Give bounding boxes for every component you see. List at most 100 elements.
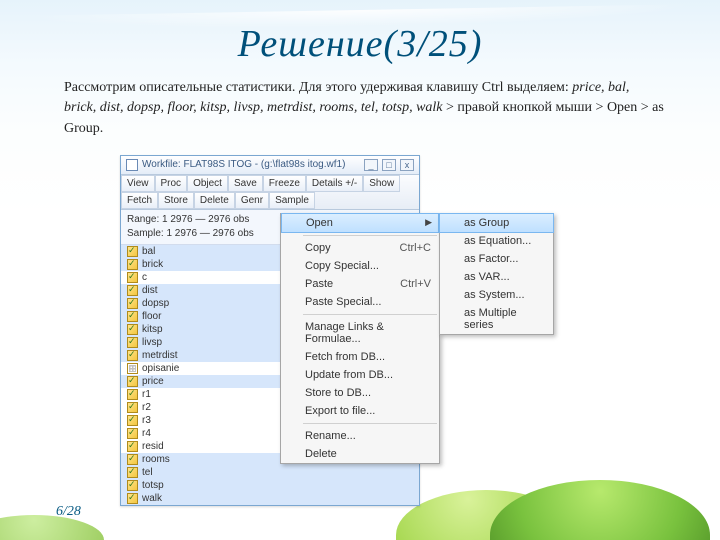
embedded-screenshot: Workfile: FLAT98S ITOG - (g:\flat98s ito… [120,155,600,455]
menu-separator [303,235,437,236]
list-item-label: r3 [142,415,151,426]
list-item-label: r4 [142,428,151,439]
grid-icon [127,363,138,374]
series-icon [127,324,138,335]
list-item-label: bal [142,246,155,257]
menu-item[interactable]: Export to file... [281,402,439,420]
toolbar-object[interactable]: Object [187,175,228,192]
menu-item-label: Open [306,217,333,229]
series-icon [127,376,138,387]
context-menu[interactable]: Open ▶ Copy Ctrl+C Copy Special... Paste Ctrl+… [280,213,440,464]
series-icon [127,337,138,348]
list-item-label: dist [142,285,158,296]
submenu-item[interactable]: as VAR... [440,268,553,286]
maximize-button[interactable]: □ [382,159,396,171]
list-item-label: r1 [142,389,151,400]
series-icon [127,402,138,413]
workfile-toolbar: View Proc Object Save Freeze Details +/-… [121,175,419,210]
menu-item-label: Paste [305,278,333,290]
minimize-button[interactable]: _ [364,159,378,171]
submenu-item-label: as Equation... [464,235,531,247]
list-item-label: livsp [142,337,162,348]
series-icon [127,415,138,426]
list-item-label: walk [142,493,162,504]
menu-item[interactable]: Fetch from DB... [281,348,439,366]
slide-title: Решение(3/25) [0,0,720,66]
list-item-label: metrdist [142,350,178,361]
list-item[interactable]: totsp [121,479,419,492]
series-icon [127,428,138,439]
submenu-item[interactable]: as System... [440,286,553,304]
toolbar-freeze[interactable]: Freeze [263,175,306,192]
menu-item[interactable]: Copy Special... [281,257,439,275]
submenu-item[interactable]: as Equation... [440,232,553,250]
menu-item-label: Copy [305,242,331,254]
submenu-item-label: as Multiple series [464,307,533,331]
menu-item-label: Export to file... [305,405,375,417]
series-icon [127,467,138,478]
list-item-label: rooms [142,454,170,465]
toolbar-genr[interactable]: Genr [235,192,269,209]
menu-item[interactable]: Store to DB... [281,384,439,402]
series-icon [127,259,138,270]
toolbar-proc[interactable]: Proc [155,175,188,192]
series-icon [127,246,138,257]
menu-item[interactable]: Open ▶ [281,213,439,233]
series-icon [127,454,138,465]
close-button[interactable]: x [400,159,414,171]
menu-item[interactable]: Update from DB... [281,366,439,384]
menu-item-label: Store to DB... [305,387,371,399]
toolbar-save[interactable]: Save [228,175,263,192]
list-item-label: dopsp [142,298,169,309]
submenu-item-label: as System... [464,289,525,301]
series-icon [127,350,138,361]
submenu-item-label: as VAR... [464,271,510,283]
menu-separator [303,423,437,424]
menu-item-label: Rename... [305,430,356,442]
menu-item[interactable]: Paste Ctrl+V [281,275,439,293]
series-icon [127,298,138,309]
list-item-label: kitsp [142,324,163,335]
list-item-label: brick [142,259,163,270]
body-text-lead: Рассмотрим описательные статистики. Для … [64,80,572,95]
toolbar-fetch[interactable]: Fetch [121,192,158,209]
list-item[interactable]: walk [121,492,419,505]
menu-shortcut: Ctrl+V [400,278,431,290]
menu-item[interactable]: Manage Links & Formulae... [281,318,439,348]
series-icon [127,285,138,296]
list-item-label: opisanie [142,363,179,374]
page-number: 6/28 [56,504,81,520]
menu-item-label: Copy Special... [305,260,379,272]
slide-body: Рассмотрим описательные статистики. Для … [64,78,664,139]
menu-item[interactable]: Delete [281,445,439,463]
series-icon [127,311,138,322]
menu-item-label: Fetch from DB... [305,351,385,363]
submenu-item-label: as Factor... [464,253,518,265]
toolbar-store[interactable]: Store [158,192,194,209]
toolbar-show[interactable]: Show [363,175,400,192]
submenu-item[interactable]: as Group [439,213,554,233]
menu-shortcut: Ctrl+C [400,242,431,254]
menu-item[interactable]: Paste Special... [281,293,439,311]
list-item-label: r2 [142,402,151,413]
list-item-label: floor [142,311,161,322]
menu-separator [303,314,437,315]
list-item-label: c [142,272,147,283]
chevron-right-icon: ▶ [425,217,432,228]
menu-item[interactable]: Rename... [281,427,439,445]
toolbar-details[interactable]: Details +/- [306,175,363,192]
workfile-titlebar[interactable]: Workfile: FLAT98S ITOG - (g:\flat98s ito… [121,156,419,175]
series-icon [127,272,138,283]
workfile-title: Workfile: FLAT98S ITOG - (g:\flat98s ito… [142,159,345,170]
list-item[interactable]: tel [121,466,419,479]
list-item-label: resid [142,441,164,452]
toolbar-view[interactable]: View [121,175,155,192]
submenu-item[interactable]: as Factor... [440,250,553,268]
toolbar-sample[interactable]: Sample [269,192,315,209]
toolbar-delete[interactable]: Delete [194,192,235,209]
submenu-item[interactable]: as Multiple series [440,304,553,334]
menu-item[interactable]: Copy Ctrl+C [281,239,439,257]
series-icon [127,441,138,452]
open-submenu[interactable]: as Group as Equation... as Factor... as VAR… [439,213,554,335]
list-item-label: tel [142,467,153,478]
